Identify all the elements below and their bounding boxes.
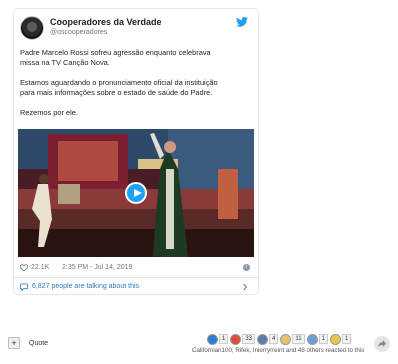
reaction-emoji-icon bbox=[207, 333, 218, 345]
reaction-item[interactable]: 33 bbox=[230, 333, 256, 345]
reaction-item[interactable]: 1 bbox=[306, 333, 328, 345]
avatar[interactable] bbox=[20, 16, 44, 40]
like-count: 22.1K bbox=[31, 264, 50, 271]
tweet-text: Padre Marcelo Rossi sofreu agressão enqu… bbox=[20, 48, 254, 128]
reaction-count: 1 bbox=[318, 334, 328, 344]
tweet-paragraph: Padre Marcelo Rossi sofreu agressão enqu… bbox=[20, 48, 211, 67]
info-icon[interactable]: i bbox=[243, 264, 250, 271]
reaction-emoji-icon bbox=[230, 333, 242, 345]
reaction-emoji-icon bbox=[329, 333, 341, 345]
reaction-count: 33 bbox=[242, 334, 256, 344]
quote-button[interactable]: + Quote bbox=[8, 337, 48, 349]
plus-icon[interactable]: + bbox=[8, 337, 20, 349]
reaction-item[interactable]: 4 bbox=[257, 333, 279, 345]
reaction-count: 4 bbox=[269, 334, 279, 344]
video-thumbnail[interactable] bbox=[18, 129, 254, 257]
play-button[interactable] bbox=[125, 182, 147, 204]
twitter-bird-icon[interactable] bbox=[236, 17, 248, 27]
talking-link[interactable]: 6,827 people are talking about this bbox=[14, 277, 258, 295]
reaction-item[interactable]: 11 bbox=[280, 333, 305, 345]
tweet-meta: 22.1K 2:35 PM - Jul 14, 2019 i bbox=[20, 263, 254, 275]
quote-label: Quote bbox=[29, 339, 49, 347]
reaction-count: 1 bbox=[341, 334, 352, 344]
chevron-right-icon bbox=[243, 283, 248, 291]
reaction-count: 1 bbox=[219, 334, 229, 344]
account-name[interactable]: Cooperadores da Verdade bbox=[50, 17, 162, 27]
reaction-item[interactable]: 1 bbox=[207, 333, 229, 345]
heart-icon[interactable] bbox=[20, 264, 28, 272]
comment-bubble-icon bbox=[20, 283, 28, 291]
tweet-header: Cooperadores da Verdade @oscooperadores bbox=[20, 16, 252, 42]
talking-text: 6,827 people are talking about this bbox=[32, 283, 140, 290]
reaction-emoji-icon bbox=[306, 333, 318, 345]
reacted-by-text[interactable]: Californian100, Rifek, Inierryrreint and… bbox=[192, 347, 364, 354]
share-icon[interactable] bbox=[374, 336, 390, 352]
share-arrow-icon bbox=[378, 340, 386, 347]
account-handle[interactable]: @oscooperadores bbox=[50, 29, 107, 36]
reaction-emoji-icon bbox=[257, 333, 269, 345]
tweet-timestamp[interactable]: 2:35 PM - Jul 14, 2019 bbox=[62, 264, 132, 271]
tweet-paragraph: Rezemos por ele. bbox=[20, 108, 78, 117]
reaction-item[interactable]: 1 bbox=[329, 333, 352, 345]
embedded-tweet: Cooperadores da Verdade @oscooperadores … bbox=[13, 8, 259, 295]
reaction-emoji-icon bbox=[280, 333, 292, 345]
tweet-paragraph: Estamos aguardando o pronunciamento ofic… bbox=[20, 78, 218, 97]
reaction-bar: 1 33 4 11 1 1 bbox=[207, 333, 353, 345]
reaction-count: 11 bbox=[292, 334, 305, 344]
